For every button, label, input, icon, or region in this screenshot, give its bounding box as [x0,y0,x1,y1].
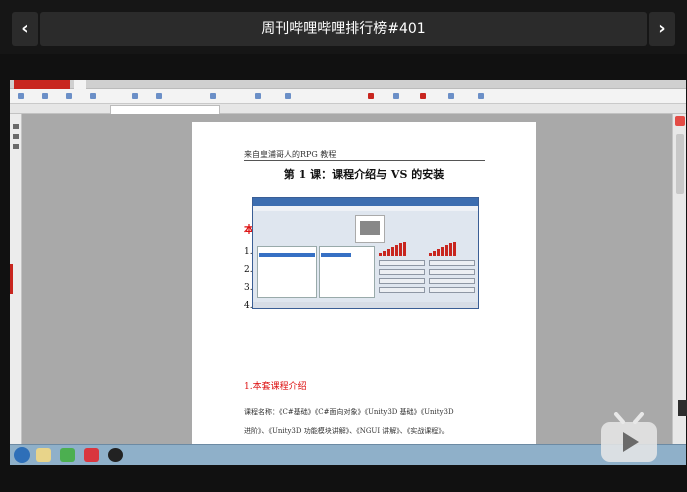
windows-taskbar [10,444,686,465]
tool-icon [368,92,376,101]
tool-icon [66,92,74,101]
wps-title-bar [10,80,686,89]
embed-status-bar [253,302,478,308]
wps-menu-tab [122,80,134,89]
embed-button [429,260,475,266]
app-badge-icon [675,116,685,126]
tool-icon [393,92,401,101]
next-button[interactable]: › [649,12,675,46]
tool-icon [448,92,456,101]
wps-menu-tab [106,80,118,89]
document-page: 来自皇浦哥人的RPG 教程 第 1 课：课程介绍与 VS 的安装 本 1. 2.… [192,122,536,452]
list-selection [321,253,351,257]
embed-button [429,278,475,284]
thumbnail-icon [13,144,19,149]
browser-icon [60,448,75,462]
tool-icon [420,92,428,101]
nav-pane-icon [13,124,19,129]
video-frame[interactable]: 来自皇浦哥人的RPG 教程 第 1 课：课程介绍与 VS 的安装 本 1. 2.… [10,80,686,465]
embed-button [429,287,475,293]
wps-logo [14,80,70,89]
tool-icon [156,92,164,101]
embed-button [429,269,475,275]
sidebar-accent [10,264,13,294]
embed-title-bar [253,198,478,206]
tool-icon [18,92,26,101]
wps-menu-tab [74,80,86,89]
red-bars-left [379,242,406,256]
wps-menu-tabs [74,80,150,89]
bookmark-icon [13,134,19,139]
embed-button [379,260,425,266]
video-viewer: ‹ 周刊哔哩哔哩排行榜#401 › 来自皇浦哥人的RPG 教程 第 1 课：课程… [0,0,687,492]
wps-menu-tab [138,80,150,89]
embed-menu-bar [253,206,478,211]
page-title: 周刊哔哩哔哩排行榜#401 [40,12,647,46]
tool-icon [90,92,98,101]
page-header-text: 来自皇浦哥人的RPG 教程 [244,150,337,159]
body-text-line: 课程名称：《C#基础》《C#面向对象》《Unity3D 基础》《Unity3D [244,408,454,416]
document-workspace: 来自皇浦哥人的RPG 教程 第 1 课：课程介绍与 VS 的安装 本 1. 2.… [22,114,672,452]
chevron-right-icon: › [658,18,666,39]
scroll-thumb[interactable] [676,134,684,194]
embedded-installer-screenshot [252,197,479,309]
wps-toolbar [10,89,686,104]
vertical-scrollbar[interactable] [672,114,686,444]
prev-button[interactable]: ‹ [12,12,38,46]
embed-list-left [257,246,317,298]
tool-icon [255,92,263,101]
tool-icon [132,92,140,101]
embed-preview [355,215,385,243]
wps-taskbar-icon [84,448,99,462]
embed-button [379,278,425,284]
document-tab [110,105,220,114]
tool-icon [42,92,50,101]
wps-left-sidebar [10,114,22,444]
section-heading: 1.本套课程介绍 [244,382,307,392]
list-selection [259,253,315,257]
wps-document-tabs [10,104,686,114]
wps-menu-tab [90,80,102,89]
tool-icon [478,92,486,101]
red-bars-right [429,242,456,256]
unity-icon [108,448,123,462]
tool-icon [285,92,293,101]
corner-badge [678,400,687,416]
body-text-line: 进阶》、《Unity3D 功能模块讲解》、《NGUI 讲解》、《实战课程》。 [244,427,449,435]
lesson-title: 第 1 课：课程介绍与 VS 的安装 [283,168,445,181]
embed-list-right [319,246,375,298]
embed-button [379,287,425,293]
tool-icon [210,92,218,101]
embed-preview-image [360,221,380,235]
chevron-left-icon: ‹ [21,18,29,39]
bilibili-play-icon [601,412,657,462]
embed-button [379,269,425,275]
folder-icon [36,448,51,462]
top-bar: ‹ 周刊哔哩哔哩排行榜#401 › [0,0,687,54]
start-orb-icon [14,447,30,463]
header-rule [244,160,485,161]
